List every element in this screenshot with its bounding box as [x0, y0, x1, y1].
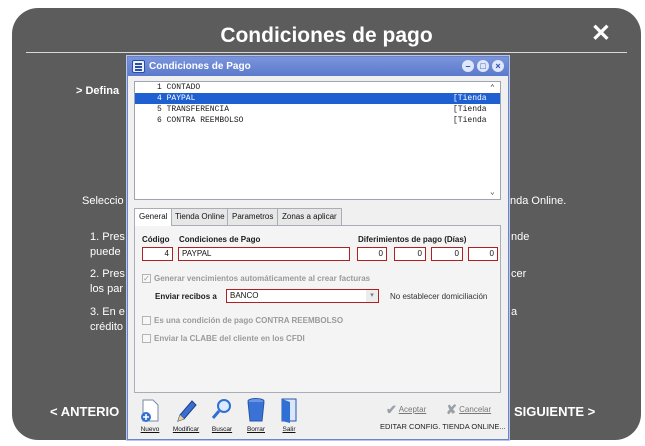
list-item-tag: [Tienda [453, 116, 487, 125]
enviar-recibos-select[interactable]: BANCO ▾ [226, 289, 379, 303]
list-item-text: 1 CONTADO [157, 83, 201, 92]
enviar-label: Enviar recibos a [155, 292, 217, 301]
tab-tienda-online[interactable]: Tienda Online [170, 208, 230, 225]
minimize-icon[interactable]: – [462, 60, 474, 72]
trash-icon [247, 398, 265, 422]
nuevo-button[interactable]: Nuevo [134, 397, 164, 437]
modificar-label: Modificar [172, 426, 200, 433]
cancel-x-icon: ✘ [446, 402, 457, 417]
list-item-tag: [Tienda [453, 94, 487, 103]
generar-label: Generar vencimientos automáticamente al … [154, 274, 371, 283]
step1-line2: puede [90, 246, 121, 258]
no-domicilio-text: No establecer domiciliación [390, 292, 488, 301]
codigo-field[interactable]: 4 [142, 247, 173, 261]
list-item[interactable]: 6 CONTRA REEMBOLSO [Tienda [135, 115, 500, 126]
general-tab-panel: Código Condiciones de Pago Diferimientos… [134, 225, 501, 393]
clabe-label: Enviar la CLABE del cliente en los CFDI [154, 334, 305, 343]
magnifier-icon [211, 399, 231, 419]
define-text: > Defina [76, 85, 120, 97]
tab-zonas-a-aplicar[interactable]: Zonas a aplicar [277, 208, 342, 225]
generar-checkbox[interactable]: ✓ [142, 274, 151, 283]
step1-line1: 1. Pres [90, 231, 125, 243]
salir-button[interactable]: Salir [273, 397, 303, 437]
maximize-icon[interactable]: □ [477, 60, 489, 72]
select-text-right: nda Online. [510, 195, 567, 207]
codigo-label: Código [142, 235, 170, 244]
payment-conditions-dialog: Condiciones de Pago – □ × ⌃ ⌄ 1 CONTADO 4… [127, 56, 509, 440]
list-item[interactable]: 1 CONTADO [135, 82, 500, 93]
scroll-down-icon[interactable]: ⌄ [490, 187, 495, 197]
tab-general[interactable]: General [134, 208, 173, 226]
contra-reembolso-label: Es una condición de pago CONTRA REEMBOLS… [154, 316, 344, 325]
close-window-icon[interactable]: × [492, 60, 504, 72]
select-text: Seleccio [82, 195, 124, 207]
step2-line1: 2. Pres [90, 268, 125, 280]
app-icon [132, 60, 145, 73]
previous-button[interactable]: < ANTERIO [50, 404, 119, 419]
salir-label: Salir [282, 426, 296, 433]
enviar-recibos-value: BANCO [230, 291, 259, 300]
status-text: EDITAR CONFIG. TIENDA ONLINE... [380, 422, 506, 431]
list-item-text: 4 PAYPAL [157, 94, 196, 103]
step3-line2: crédito [90, 321, 124, 333]
list-item-tag: [Tienda [453, 105, 487, 114]
list-item-text: 6 CONTRA REEMBOLSO [157, 116, 244, 125]
list-item[interactable]: 5 TRANSFERENCIA [Tienda [135, 104, 500, 115]
pen-icon [177, 400, 197, 422]
list-item[interactable]: 4 PAYPAL [Tienda [135, 93, 500, 104]
diferimiento-2-field[interactable]: 0 [394, 247, 426, 261]
chevron-down-icon[interactable]: ▾ [366, 290, 378, 302]
check-icon: ✔ [386, 402, 397, 417]
aceptar-button[interactable]: ✔ Aceptar [386, 402, 426, 418]
condiciones-label: Condiciones de Pago [179, 235, 261, 244]
borrar-button[interactable]: Borrar [240, 397, 270, 437]
next-button[interactable]: SIGUIENTE > [514, 404, 595, 419]
list-item-text: 5 TRANSFERENCIA [157, 105, 230, 114]
condiciones-field[interactable]: PAYPAL [178, 247, 350, 261]
dialog-titlebar[interactable]: Condiciones de Pago – □ × [128, 57, 508, 76]
step2-right: cer [511, 268, 527, 280]
dialog-title: Condiciones de Pago [149, 61, 251, 72]
exit-door-icon [281, 398, 297, 423]
diferimiento-3-field[interactable]: 0 [431, 247, 463, 261]
contra-reembolso-checkbox[interactable] [142, 316, 151, 325]
buscar-button[interactable]: Buscar [206, 397, 236, 437]
conditions-list[interactable]: ⌃ ⌄ 1 CONTADO 4 PAYPAL [Tienda 5 TRANSFEREN… [134, 81, 501, 200]
tab-parametros[interactable]: Parametros [227, 208, 279, 225]
cancelar-label: Cancelar [459, 405, 492, 414]
borrar-label: Borrar [246, 426, 266, 433]
diferimiento-1-field[interactable]: 0 [357, 247, 387, 261]
clabe-checkbox[interactable] [142, 334, 151, 343]
tutorial-title: Condiciones de pago [220, 24, 433, 47]
step3-line1: 3. En e [90, 306, 125, 318]
modificar-button[interactable]: Modificar [170, 397, 200, 437]
step1-right: nde [511, 231, 530, 243]
nuevo-label: Nuevo [140, 426, 160, 433]
aceptar-label: Aceptar [398, 405, 427, 414]
new-document-icon [141, 399, 159, 422]
diferimientos-label: Diferimientos de pago (Días) [358, 235, 467, 244]
step3-right: a [511, 306, 518, 318]
step2-line2: los par [90, 283, 124, 295]
buscar-label: Buscar [211, 426, 233, 433]
close-icon[interactable]: ✕ [591, 22, 611, 46]
cancelar-button[interactable]: ✘ Cancelar [446, 402, 491, 418]
title-divider [26, 52, 627, 53]
diferimiento-4-field[interactable]: 0 [468, 247, 498, 261]
